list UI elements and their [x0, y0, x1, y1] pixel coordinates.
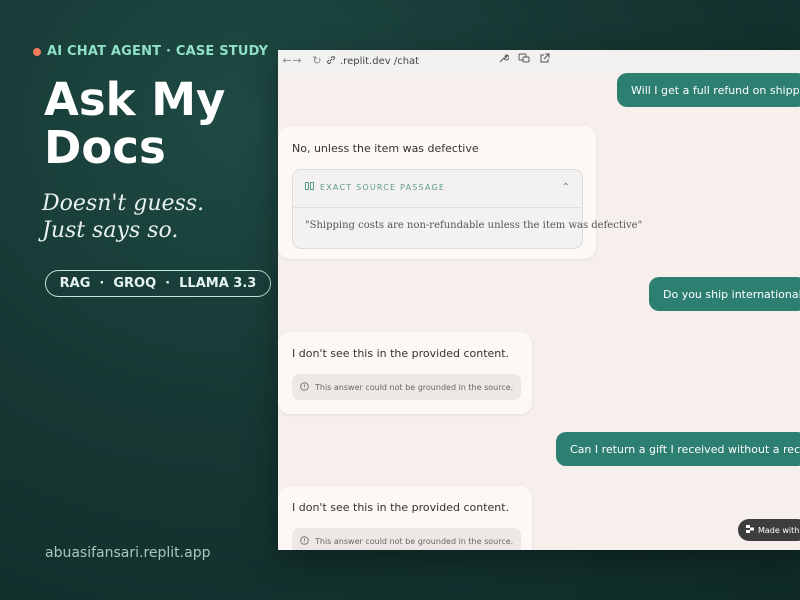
tech-item-groq: GROQ: [113, 276, 157, 291]
footer-url[interactable]: abuasifansari.replit.app: [45, 545, 210, 561]
notice-text: This answer could not be grounded in the…: [315, 536, 514, 546]
replit-logo-icon: [746, 525, 754, 535]
assistant-text: No, unless the item was defective: [292, 142, 479, 155]
ungrounded-notice: This answer could not be grounded in the…: [292, 374, 522, 400]
info-icon: [300, 381, 309, 393]
info-icon: [300, 535, 309, 547]
tech-stack-pill: RAG · GROQ · LLAMA 3.3: [45, 270, 271, 297]
wrench-icon[interactable]: [498, 53, 510, 67]
chat-overlay-icon[interactable]: [518, 53, 530, 67]
assistant-message: No, unless the item was defective EXACT …: [278, 126, 642, 259]
url-text: .replit.dev /chat: [340, 56, 420, 67]
reload-icon[interactable]: ↻: [310, 54, 324, 67]
tagline-line-2: Just says so.: [42, 218, 179, 243]
tagline-line-1: Doesn't guess.: [42, 191, 205, 216]
case-study-panel: AI CHAT AGENT · CASE STUDY Ask My Docs D…: [0, 0, 278, 600]
page-title: Ask My Docs: [44, 73, 226, 174]
source-header: EXACT SOURCE PASSAGE: [305, 182, 445, 192]
eyebrow-text: AI CHAT AGENT · CASE STUDY: [47, 44, 269, 59]
tech-separator: ·: [99, 276, 105, 291]
tech-separator: ·: [165, 276, 171, 291]
ungrounded-notice: This answer could not be grounded in the…: [292, 528, 522, 550]
assistant-text: I don't see this in the provided content…: [292, 347, 510, 360]
source-quote: "Shipping costs are non-refundable unles…: [305, 220, 643, 231]
forward-arrow-icon[interactable]: →: [290, 54, 304, 67]
user-message: Will I get a full refund on shipping?: [617, 73, 800, 107]
quote-icon: [305, 182, 314, 192]
assistant-message: I don't see this in the provided content…: [278, 486, 532, 550]
open-external-icon[interactable]: [539, 53, 550, 67]
tech-item-rag: RAG: [59, 276, 91, 291]
notice-text: This answer could not be grounded in the…: [315, 382, 514, 392]
status-dot: [33, 47, 41, 56]
assistant-message: I don't see this in the provided content…: [278, 332, 532, 414]
source-label: EXACT SOURCE PASSAGE: [320, 182, 446, 192]
browser-toolbar: ← → ↻ .replit.dev /chat: [278, 50, 800, 73]
user-message: Can I return a gift I received without a…: [556, 432, 800, 466]
tech-item-llama: LLAMA 3.3: [179, 276, 257, 291]
divider: [293, 207, 582, 208]
eyebrow-label: AI CHAT AGENT · CASE STUDY: [33, 44, 268, 59]
toolbar-icons: [498, 53, 550, 67]
assistant-text: I don't see this in the provided content…: [292, 501, 510, 514]
tagline: Doesn't guess. Just says so.: [42, 190, 272, 244]
chevron-up-icon[interactable]: ⌃: [562, 182, 570, 193]
source-passage-card[interactable]: EXACT SOURCE PASSAGE ⌃ "Shipping costs a…: [292, 169, 642, 249]
made-with-label: Made with: [758, 525, 800, 535]
user-message: Do you ship internationally?: [649, 277, 800, 311]
browser-window: ← → ↻ .replit.dev /chat Will I get a ful…: [278, 50, 800, 550]
link-icon: [326, 55, 336, 68]
made-with-badge[interactable]: Made with: [738, 519, 800, 541]
